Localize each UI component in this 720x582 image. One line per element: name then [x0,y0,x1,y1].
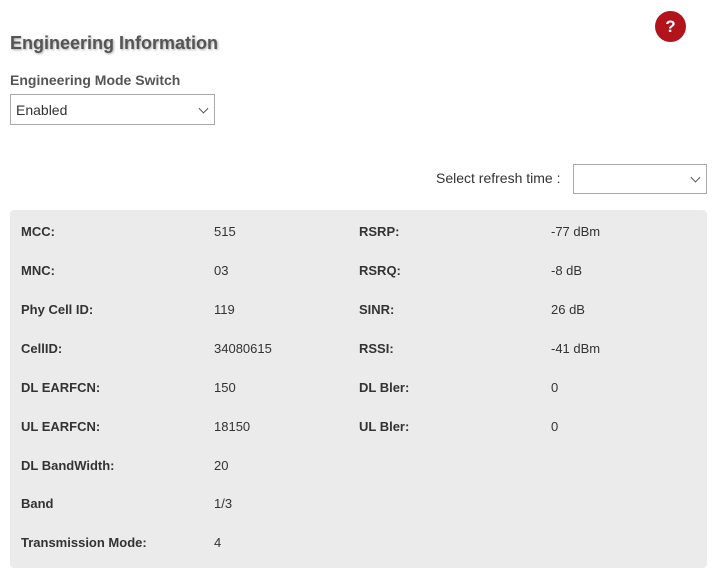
info-row: CellID: 34080615 RSSI: -41 dBm [10,339,707,359]
info-label: DL EARFCN: [21,380,101,395]
info-value: 20 [214,458,229,473]
info-value: 4 [214,535,222,550]
info-value: -41 dBm [551,341,601,356]
refresh-time-label: Select refresh time : [436,170,561,186]
info-label: MNC: [21,263,55,278]
info-label: Transmission Mode: [21,535,147,550]
info-label: RSSI: [359,341,394,356]
info-value: 0 [551,380,559,395]
info-value: 26 dB [551,302,585,317]
info-value: -77 dBm [551,224,601,239]
info-row: MNC: 03 RSRQ: -8 dB [10,261,707,281]
info-row: MCC: 515 RSRP: -77 dBm [10,222,707,242]
info-value: 1/3 [214,496,233,511]
info-value: 03 [214,263,229,278]
engineering-mode-switch-label: Engineering Mode Switch [10,72,181,88]
info-row: Transmission Mode: 4 [10,533,707,553]
info-value: 150 [214,380,236,395]
info-value: 34080615 [214,341,272,356]
info-value: 18150 [214,419,251,434]
info-row: DL BandWidth: 20 [10,456,707,476]
info-row: DL EARFCN: 150 DL Bler: 0 [10,378,707,398]
info-label: CellID: [21,341,63,356]
info-row: Phy Cell ID: 119 SINR: 26 dB [10,300,707,320]
refresh-time-select[interactable] [573,164,707,194]
info-row: Band 1/3 [10,494,707,514]
chevron-down-icon [690,172,701,183]
info-value: 515 [214,224,236,239]
info-label: Band [21,496,54,511]
info-label: RSRP: [359,224,400,239]
info-label: DL BandWidth: [21,458,115,473]
info-value: -8 dB [551,263,583,278]
info-row: UL EARFCN: 18150 UL Bler: 0 [10,417,707,437]
page-title: Engineering Information [10,33,219,53]
engineering-mode-select[interactable]: Enabled [10,94,215,125]
chevron-down-icon [198,103,209,114]
info-label: UL EARFCN: [21,419,101,434]
info-label: MCC: [21,224,55,239]
help-button[interactable]: ? [655,11,686,42]
info-label: Phy Cell ID: [21,302,94,317]
info-label: SINR: [359,302,395,317]
info-label: DL Bler: [359,380,410,395]
info-value: 119 [214,302,235,317]
info-label: RSRQ: [359,263,401,278]
engineering-info-panel: MCC: 515 RSRP: -77 dBm MNC: 03 RSRQ: -8 … [10,210,707,568]
info-label: UL Bler: [359,419,410,434]
engineering-mode-value: Enabled [16,101,68,118]
info-value: 0 [551,419,559,434]
